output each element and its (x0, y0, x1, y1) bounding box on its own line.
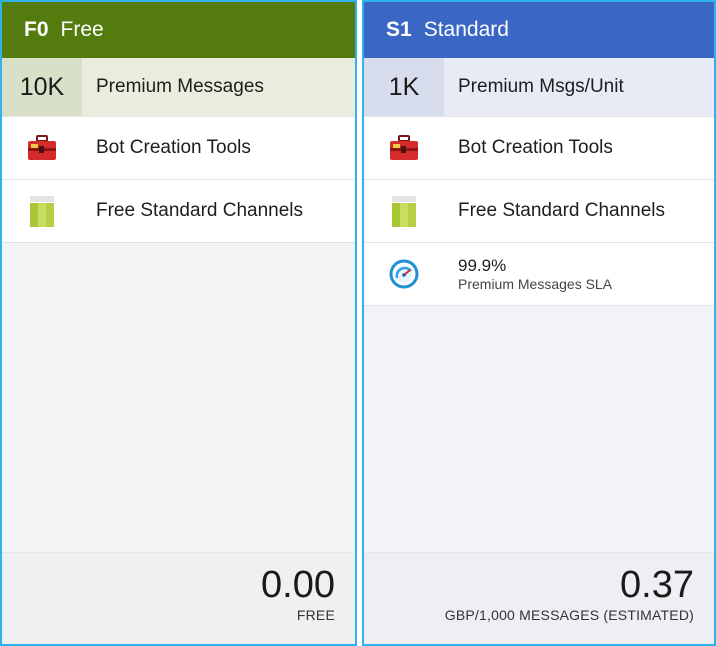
feature-label: Free Standard Channels (458, 200, 666, 221)
feature-label: Free Standard Channels (96, 200, 304, 221)
toolbox-icon (2, 117, 82, 179)
hero-value: 10K (2, 58, 82, 116)
tier-code: S1 (386, 18, 412, 41)
price-value: 0.00 (261, 564, 335, 606)
speedometer-icon (364, 243, 444, 305)
hero-value: 1K (364, 58, 444, 116)
tier-name: Standard (423, 18, 509, 41)
sla-row: 99.9% Premium Messages SLA (364, 243, 714, 306)
sla-label: Premium Messages SLA (458, 275, 613, 292)
channels-icon (364, 180, 444, 242)
price-area: 0.37 GBP/1,000 MESSAGES (ESTIMATED) (364, 552, 714, 644)
feature-label: Bot Creation Tools (458, 137, 613, 158)
price-unit: FREE (296, 607, 335, 623)
channels-icon (2, 180, 82, 242)
hero-feature-row: 1K Premium Msgs/Unit (364, 58, 714, 117)
pricing-tier-card-f0[interactable]: F0 Free 10K Premium Messages Bot Creatio… (0, 0, 357, 646)
pricing-tier-card-s1[interactable]: S1 Standard 1K Premium Msgs/Unit Bot Cre… (362, 0, 716, 646)
tier-header: S1 Standard (364, 2, 714, 58)
price-area: 0.00 FREE (2, 552, 355, 644)
hero-label: Premium Messages (96, 76, 264, 97)
price-value: 0.37 (620, 564, 694, 606)
tier-header: F0 Free (2, 2, 355, 58)
hero-label: Premium Msgs/Unit (458, 76, 624, 97)
feature-row: Free Standard Channels (364, 180, 714, 243)
feature-label: Bot Creation Tools (96, 137, 251, 158)
toolbox-icon (364, 117, 444, 179)
sla-value: 99.9% (458, 256, 507, 276)
feature-row: Bot Creation Tools (2, 117, 355, 180)
feature-row: Bot Creation Tools (364, 117, 714, 180)
feature-row: Free Standard Channels (2, 180, 355, 243)
price-unit: GBP/1,000 MESSAGES (ESTIMATED) (444, 607, 694, 623)
tier-name: Free (60, 18, 104, 41)
tier-code: F0 (24, 18, 49, 41)
hero-feature-row: 10K Premium Messages (2, 58, 355, 117)
